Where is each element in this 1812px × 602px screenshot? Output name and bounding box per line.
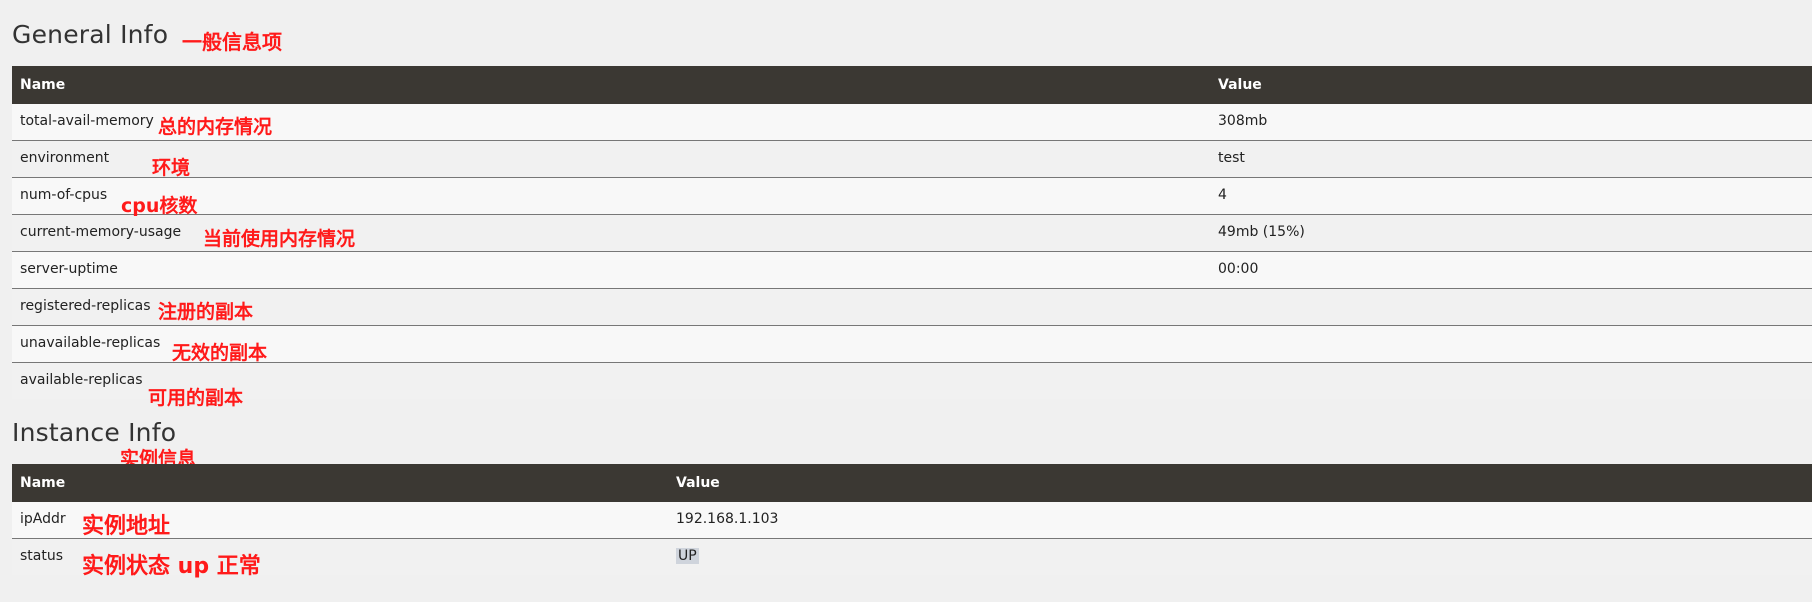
annotation-ipaddr: 实例地址 <box>82 514 171 539</box>
general-info-title-annotation: 一般信息项 <box>182 30 282 54</box>
general-info-title: General Info <box>12 20 169 49</box>
annotation-unavailable-replicas: 无效的副本 <box>172 342 268 364</box>
general-header-value: Value <box>1218 77 1262 93</box>
annotation-status: 实例状态 up 正常 <box>82 554 261 579</box>
status-badge: UP <box>676 548 699 564</box>
table-row: total-avail-memory 308mb <box>12 104 1812 141</box>
annotation-num-of-cpus: cpu核数 <box>121 195 198 217</box>
general-info-table-header: Name Value <box>12 66 1812 104</box>
table-row: available-replicas <box>12 363 1812 399</box>
row-name: unavailable-replicas <box>20 335 161 351</box>
table-row: num-of-cpus 4 <box>12 178 1812 215</box>
annotation-registered-replicas: 注册的副本 <box>158 301 254 323</box>
annotation-current-memory-usage: 当前使用内存情况 <box>203 228 356 250</box>
annotation-total-avail-memory: 总的内存情况 <box>158 116 273 138</box>
table-row: status UP <box>12 539 1812 575</box>
general-header-name: Name <box>20 77 66 93</box>
row-name: available-replicas <box>20 372 143 388</box>
instance-header-value: Value <box>676 475 720 491</box>
table-row: ipAddr 192.168.1.103 <box>12 502 1812 539</box>
row-name: current-memory-usage <box>20 224 182 240</box>
row-value: 192.168.1.103 <box>676 511 779 527</box>
row-value: 308mb <box>1218 113 1268 129</box>
table-row: unavailable-replicas <box>12 326 1812 363</box>
row-name: registered-replicas <box>20 298 151 314</box>
annotation-available-replicas: 可用的副本 <box>148 387 244 409</box>
instance-info-title: Instance Info <box>12 418 177 447</box>
row-value: 00:00 <box>1218 261 1259 277</box>
row-name: server-uptime <box>20 261 118 277</box>
row-name: status <box>20 548 64 564</box>
instance-header-name: Name <box>20 475 66 491</box>
annotation-environment: 环境 <box>152 157 191 179</box>
row-name: total-avail-memory <box>20 113 154 129</box>
table-row: server-uptime 00:00 <box>12 252 1812 289</box>
table-row: registered-replicas <box>12 289 1812 326</box>
row-name: ipAddr <box>20 511 66 527</box>
row-name: environment <box>20 150 110 166</box>
row-value: 49mb (15%) <box>1218 224 1305 240</box>
table-row: environment test <box>12 141 1812 178</box>
instance-info-table-header: Name Value <box>12 464 1812 502</box>
row-value: 4 <box>1218 187 1227 203</box>
instance-info-table: Name Value ipAddr 192.168.1.103 status U… <box>12 464 1812 575</box>
row-value: test <box>1218 150 1245 166</box>
page: General Info 一般信息项 Name Value total-avai… <box>0 0 1812 602</box>
row-name: num-of-cpus <box>20 187 108 203</box>
